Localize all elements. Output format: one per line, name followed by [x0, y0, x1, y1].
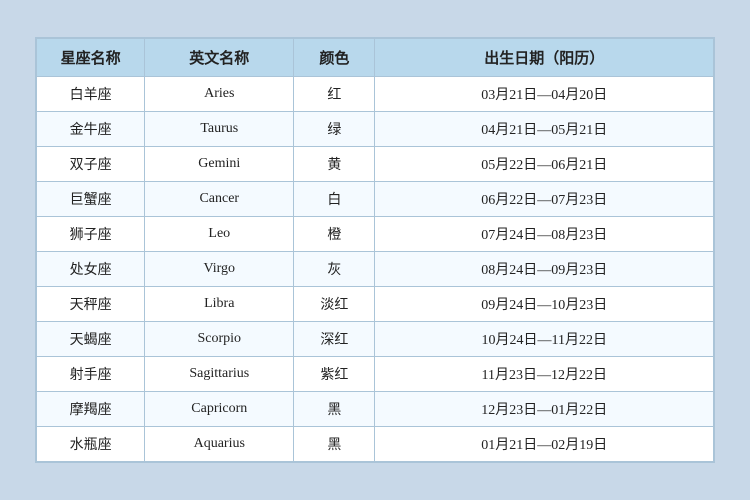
cell-en: Aquarius — [145, 427, 294, 462]
cell-en: Capricorn — [145, 392, 294, 427]
table-row: 金牛座Taurus绿04月21日—05月21日 — [37, 112, 714, 147]
table-row: 处女座Virgo灰08月24日—09月23日 — [37, 252, 714, 287]
table-row: 白羊座Aries红03月21日—04月20日 — [37, 77, 714, 112]
cell-cn: 白羊座 — [37, 77, 145, 112]
cell-cn: 射手座 — [37, 357, 145, 392]
header-en: 英文名称 — [145, 39, 294, 77]
cell-cn: 天秤座 — [37, 287, 145, 322]
cell-en: Gemini — [145, 147, 294, 182]
header-cn: 星座名称 — [37, 39, 145, 77]
cell-cn: 双子座 — [37, 147, 145, 182]
cell-en: Cancer — [145, 182, 294, 217]
zodiac-table-wrapper: 星座名称 英文名称 颜色 出生日期（阳历） 白羊座Aries红03月21日—04… — [35, 37, 715, 463]
cell-en: Libra — [145, 287, 294, 322]
cell-color: 黄 — [294, 147, 375, 182]
cell-date: 07月24日—08月23日 — [375, 217, 714, 252]
table-row: 天蝎座Scorpio深红10月24日—11月22日 — [37, 322, 714, 357]
cell-date: 04月21日—05月21日 — [375, 112, 714, 147]
header-date: 出生日期（阳历） — [375, 39, 714, 77]
cell-cn: 巨蟹座 — [37, 182, 145, 217]
cell-en: Scorpio — [145, 322, 294, 357]
cell-color: 淡红 — [294, 287, 375, 322]
cell-color: 白 — [294, 182, 375, 217]
table-row: 巨蟹座Cancer白06月22日—07月23日 — [37, 182, 714, 217]
cell-date: 03月21日—04月20日 — [375, 77, 714, 112]
cell-en: Leo — [145, 217, 294, 252]
cell-color: 绿 — [294, 112, 375, 147]
cell-date: 06月22日—07月23日 — [375, 182, 714, 217]
header-color: 颜色 — [294, 39, 375, 77]
table-row: 天秤座Libra淡红09月24日—10月23日 — [37, 287, 714, 322]
table-row: 水瓶座Aquarius黑01月21日—02月19日 — [37, 427, 714, 462]
cell-date: 11月23日—12月22日 — [375, 357, 714, 392]
cell-date: 08月24日—09月23日 — [375, 252, 714, 287]
cell-color: 黑 — [294, 427, 375, 462]
cell-color: 红 — [294, 77, 375, 112]
table-row: 摩羯座Capricorn黑12月23日—01月22日 — [37, 392, 714, 427]
table-header-row: 星座名称 英文名称 颜色 出生日期（阳历） — [37, 39, 714, 77]
zodiac-table: 星座名称 英文名称 颜色 出生日期（阳历） 白羊座Aries红03月21日—04… — [36, 38, 714, 462]
cell-en: Virgo — [145, 252, 294, 287]
table-row: 双子座Gemini黄05月22日—06月21日 — [37, 147, 714, 182]
cell-color: 黑 — [294, 392, 375, 427]
table-row: 狮子座Leo橙07月24日—08月23日 — [37, 217, 714, 252]
cell-color: 灰 — [294, 252, 375, 287]
cell-en: Sagittarius — [145, 357, 294, 392]
cell-cn: 狮子座 — [37, 217, 145, 252]
cell-date: 01月21日—02月19日 — [375, 427, 714, 462]
cell-color: 深红 — [294, 322, 375, 357]
cell-date: 09月24日—10月23日 — [375, 287, 714, 322]
cell-cn: 金牛座 — [37, 112, 145, 147]
cell-cn: 处女座 — [37, 252, 145, 287]
cell-color: 橙 — [294, 217, 375, 252]
cell-color: 紫红 — [294, 357, 375, 392]
cell-date: 05月22日—06月21日 — [375, 147, 714, 182]
cell-cn: 水瓶座 — [37, 427, 145, 462]
cell-en: Taurus — [145, 112, 294, 147]
cell-en: Aries — [145, 77, 294, 112]
cell-date: 12月23日—01月22日 — [375, 392, 714, 427]
cell-date: 10月24日—11月22日 — [375, 322, 714, 357]
cell-cn: 天蝎座 — [37, 322, 145, 357]
table-row: 射手座Sagittarius紫红11月23日—12月22日 — [37, 357, 714, 392]
cell-cn: 摩羯座 — [37, 392, 145, 427]
